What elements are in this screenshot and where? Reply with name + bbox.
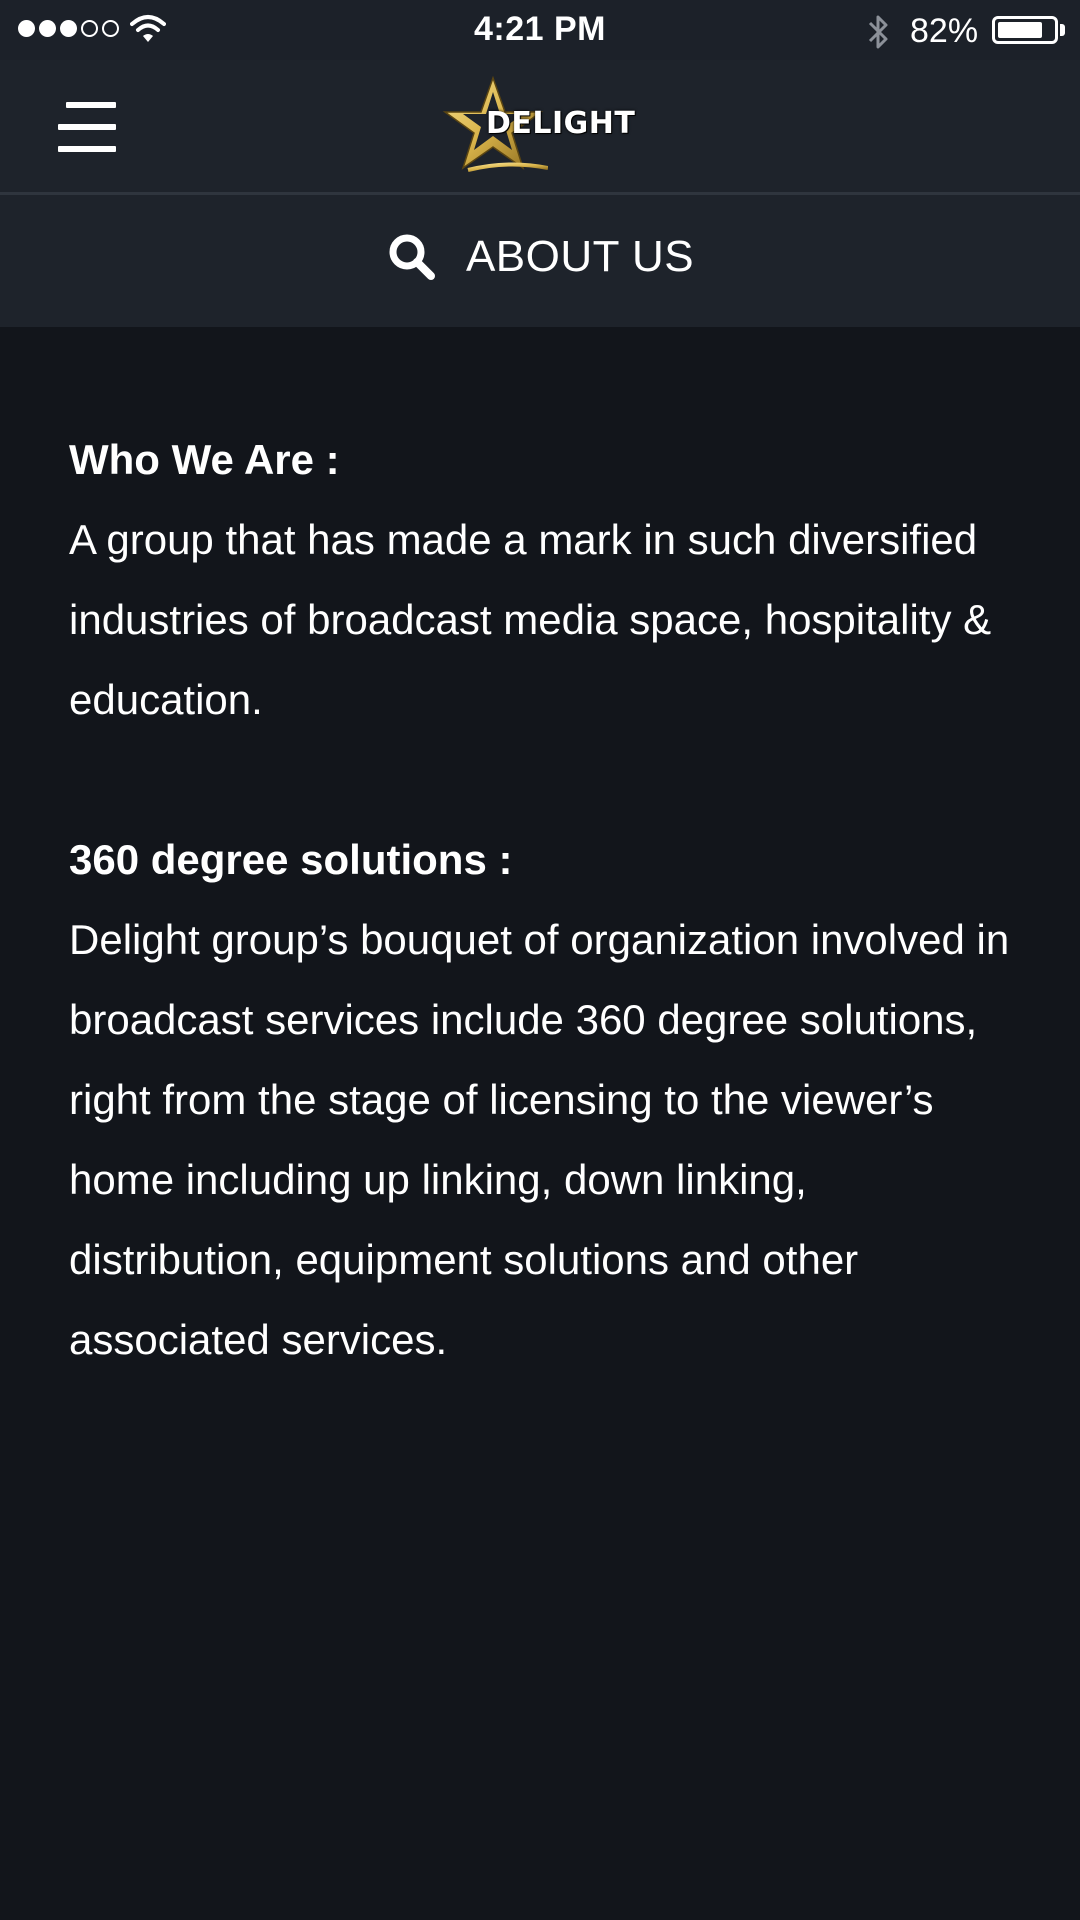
battery-level-fill bbox=[998, 22, 1042, 38]
battery-icon bbox=[992, 16, 1058, 44]
section-heading: 360 degree solutions : bbox=[69, 836, 513, 883]
top-navbar: DELIGHT bbox=[0, 60, 1080, 195]
page-title: ABOUT US bbox=[465, 232, 695, 281]
battery-percent: 82% bbox=[910, 12, 979, 50]
bluetooth-icon bbox=[868, 15, 888, 49]
section-who-we-are: Who We Are : A group that has made a mar… bbox=[69, 420, 1029, 740]
section-360-solutions: 360 degree solutions : Delight group’s b… bbox=[69, 820, 1029, 1380]
hamburger-menu-icon[interactable] bbox=[58, 102, 118, 152]
delight-logo[interactable]: DELIGHT bbox=[438, 72, 648, 182]
section-body: Delight group’s bouquet of organization … bbox=[69, 916, 1010, 1363]
search-icon[interactable] bbox=[386, 231, 438, 283]
battery-cap bbox=[1060, 24, 1065, 36]
section-heading: Who We Are : bbox=[69, 436, 340, 483]
page-header: ABOUT US bbox=[0, 195, 1080, 327]
section-body: A group that has made a mark in such div… bbox=[69, 516, 992, 723]
about-content: Who We Are : A group that has made a mar… bbox=[69, 420, 1029, 1380]
logo-text: DELIGHT bbox=[486, 106, 636, 141]
status-bar: 4:21 PM 82% bbox=[0, 0, 1080, 60]
